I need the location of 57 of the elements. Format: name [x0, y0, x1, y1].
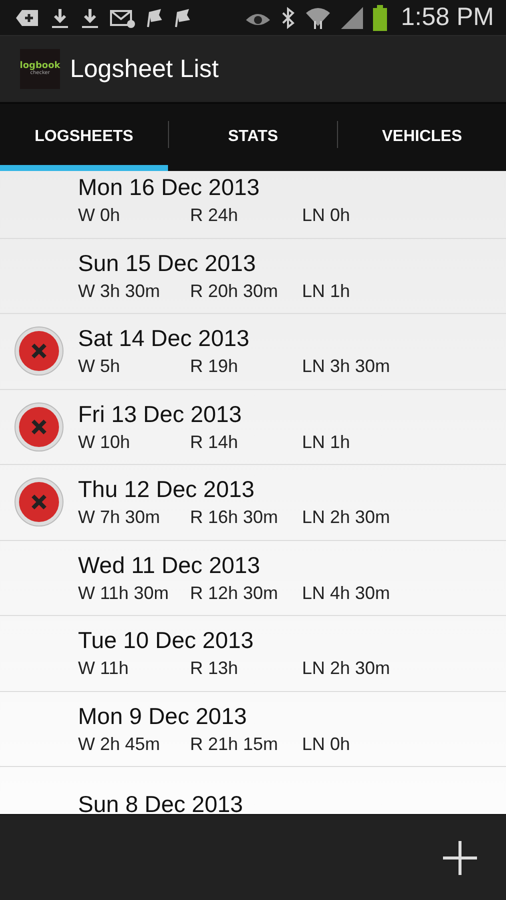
flag-icon: [174, 8, 192, 28]
logsheet-row[interactable]: Tue 10 Dec 2013 W 11h R 13h LN 2h 30m: [0, 616, 506, 692]
work-hours: W 7h 30m: [78, 507, 162, 528]
screen-title: Logsheet List: [70, 54, 219, 84]
logsheet-row[interactable]: Thu 12 Dec 2013 W 7h 30m R 16h 30m LN 2h 30m: [0, 465, 506, 540]
work-hours: W 10h: [78, 432, 132, 453]
download-icon: [50, 6, 70, 28]
add-icon: [442, 840, 478, 876]
download-icon: [80, 6, 100, 28]
rest-hours: R 24h: [190, 205, 240, 226]
tab[interactable]: VEHICLES: [338, 104, 506, 171]
logsheet-row[interactable]: Mon 9 Dec 2013 W 2h 45m R 21h 15m LN 0h: [0, 692, 506, 767]
flag-icon: [146, 8, 164, 28]
logsheet-date: Wed 11 Dec 2013: [78, 552, 261, 579]
rest-hours: R 20h 30m: [190, 280, 280, 302]
notification-icon: [16, 8, 40, 28]
logsheet-date: Tue 10 Dec 2013: [78, 627, 255, 654]
ln-hours: LN 1h: [302, 280, 352, 302]
logsheet-date: Mon 16 Dec 2013: [78, 174, 261, 202]
signal-icon: [340, 6, 363, 28]
battery-icon: [372, 4, 387, 30]
bluetooth-icon: [280, 6, 295, 28]
rest-hours: R 14h: [190, 432, 240, 453]
logsheet-date: Sun 15 Dec 2013: [78, 250, 257, 277]
logsheet-row[interactable]: Sun 15 Dec 2013 W 3h 30m R 20h 30m LN 1h: [0, 238, 506, 314]
ln-hours: LN 2h 30m: [302, 658, 392, 680]
ln-hours: LN 0h: [302, 734, 352, 755]
rest-hours: R 13h: [190, 658, 240, 680]
ln-hours: LN 0h: [302, 205, 352, 226]
logsheet-date: Fri 13 Dec 2013: [78, 400, 243, 428]
logsheet-date: Thu 12 Dec 2013: [78, 476, 256, 504]
clock-time: 1:58 PM: [400, 3, 494, 32]
rest-hours: R 16h 30m: [190, 507, 280, 528]
work-hours: W 11h: [78, 658, 130, 680]
work-hours: W 3h 30m: [78, 280, 162, 302]
rest-hours: R 21h 15m: [190, 734, 280, 755]
ln-hours: LN 2h 30m: [302, 507, 392, 528]
ln-hours: LN 3h 30m: [302, 356, 392, 378]
work-hours: W 0h: [78, 205, 122, 226]
rest-hours: R 12h 30m: [190, 582, 280, 604]
logsheet-row[interactable]: Wed 11 Dec 2013 W 11h 30m R 12h 30m LN 4h 30m: [0, 540, 506, 616]
logo-text: logbook: [20, 62, 60, 71]
ln-hours: LN 4h 30m: [302, 582, 392, 604]
logsheet-row[interactable]: Sat 14 Dec 2013 W 5h R 19h LN 3h 30m: [0, 314, 506, 390]
logsheet-row[interactable]: Mon 16 Dec 2013 W 0h R 24h LN 0h: [0, 171, 506, 238]
logsheet-date: Sun 8 Dec 2013: [78, 790, 244, 814]
logsheet-date: Sat 14 Dec 2013: [78, 325, 250, 352]
logsheet-row[interactable]: Fri 13 Dec 2013 W 10h R 14h LN 1h: [0, 390, 506, 465]
work-hours: W 5h: [78, 356, 122, 378]
mail-icon: [110, 8, 136, 28]
ln-hours: LN 1h: [302, 432, 352, 453]
rest-hours: R 19h: [190, 356, 240, 378]
work-hours: W 11h 30m: [78, 582, 170, 604]
logsheet-date: Mon 9 Dec 2013: [78, 702, 248, 730]
wifi-icon: [304, 6, 331, 30]
work-hours: W 2h 45m: [78, 734, 162, 755]
tab[interactable]: STATS: [169, 104, 337, 171]
